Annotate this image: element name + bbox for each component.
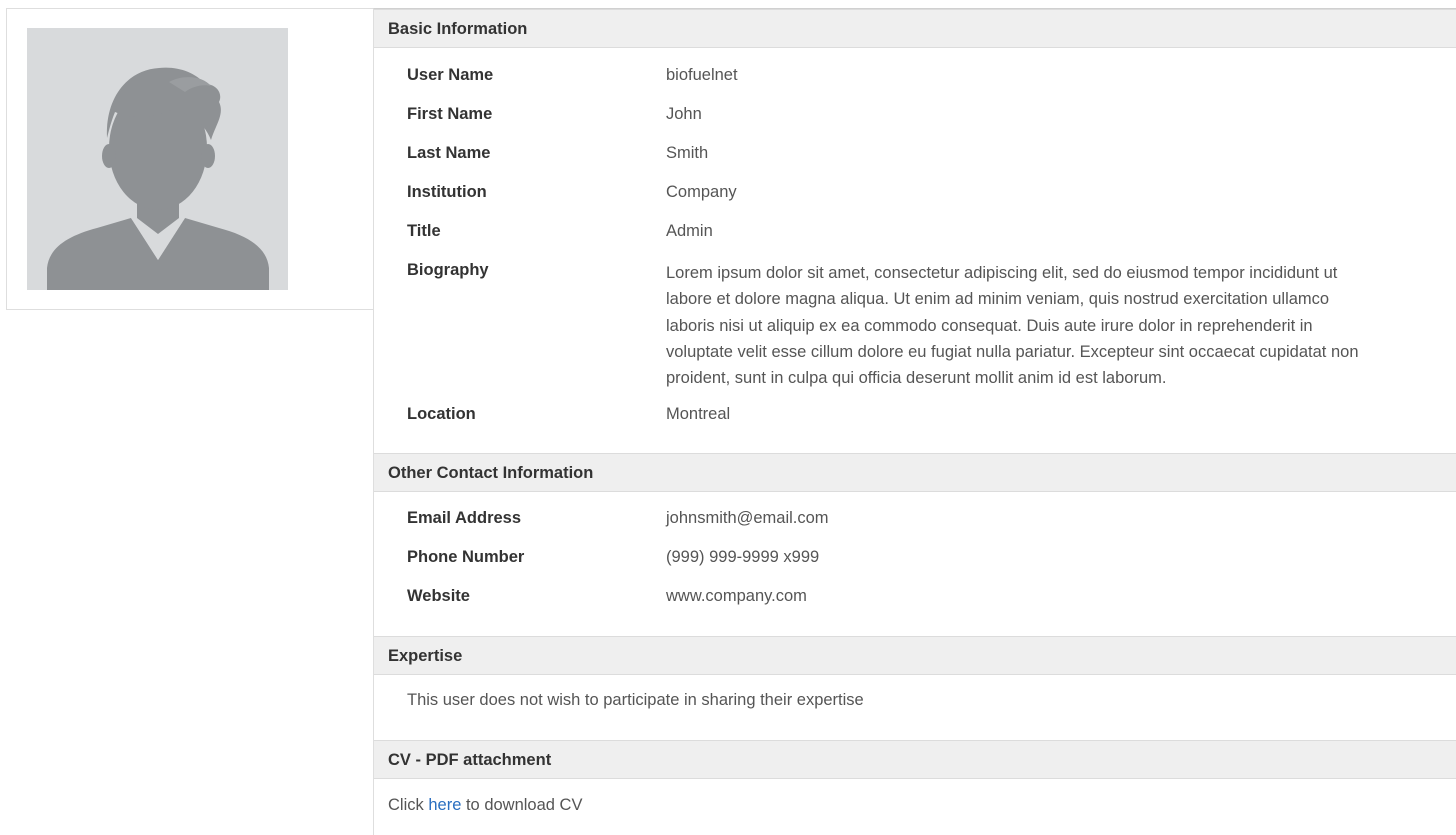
biography-line: labore et dolore magna aliqua. Ut enim a… <box>666 290 1330 309</box>
email-value[interactable]: johnsmith@email.com <box>666 508 829 528</box>
biography-line: laboris nisi ut aliquip ex ea commodo co… <box>666 316 1313 335</box>
title-value: Admin <box>666 222 713 240</box>
avatar <box>27 28 288 290</box>
cv-prefix: Click <box>388 796 424 814</box>
biography-label: Biography <box>407 261 489 279</box>
location-label: Location <box>407 405 476 423</box>
cv-header: CV - PDF attachment <box>374 740 1456 779</box>
biography-line: Lorem ipsum dolor sit amet, consectetur … <box>666 264 1338 282</box>
website-label: Website <box>407 587 470 605</box>
profile-details: Basic Information User Name biofuelnet F… <box>373 8 1456 835</box>
last-name-label: Last Name <box>407 144 491 162</box>
last-name-value: Smith <box>666 144 709 162</box>
cv-download-link[interactable]: here <box>428 796 461 814</box>
biography-line: proident, sunt in culpa qui officia dese… <box>666 369 1167 388</box>
first-name-label: First Name <box>407 105 493 123</box>
cv-suffix: to download CV <box>465 796 583 814</box>
basic-info-header: Basic Information <box>374 9 1456 48</box>
website-value[interactable]: www.company.com <box>666 586 807 606</box>
institution-label: Institution <box>407 183 487 201</box>
user-name-value: biofuelnet <box>666 66 738 84</box>
avatar-card <box>6 8 374 310</box>
email-label: Email Address <box>407 509 522 527</box>
biography-line: voluptate velit esse cillum dolore eu fu… <box>666 342 1359 361</box>
phone-label: Phone Number <box>407 548 525 566</box>
user-silhouette-icon <box>47 67 269 290</box>
title-label: Title <box>407 222 441 240</box>
first-name-value: John <box>666 105 702 123</box>
biography-text: Lorem ipsum dolor sit amet, consectetur … <box>666 260 1456 391</box>
cv-download-text: Click here to download CV <box>388 795 582 815</box>
location-value: Montreal <box>666 405 731 423</box>
institution-value: Company <box>666 183 737 201</box>
phone-value: (999) 999-9999 x999 <box>666 548 820 566</box>
contact-info-header: Other Contact Information <box>374 453 1456 492</box>
expertise-text: This user does not wish to participate i… <box>407 691 864 709</box>
user-name-label: User Name <box>407 66 494 84</box>
expertise-header: Expertise <box>374 636 1456 675</box>
profile-page: Basic Information User Name biofuelnet F… <box>0 0 1456 835</box>
